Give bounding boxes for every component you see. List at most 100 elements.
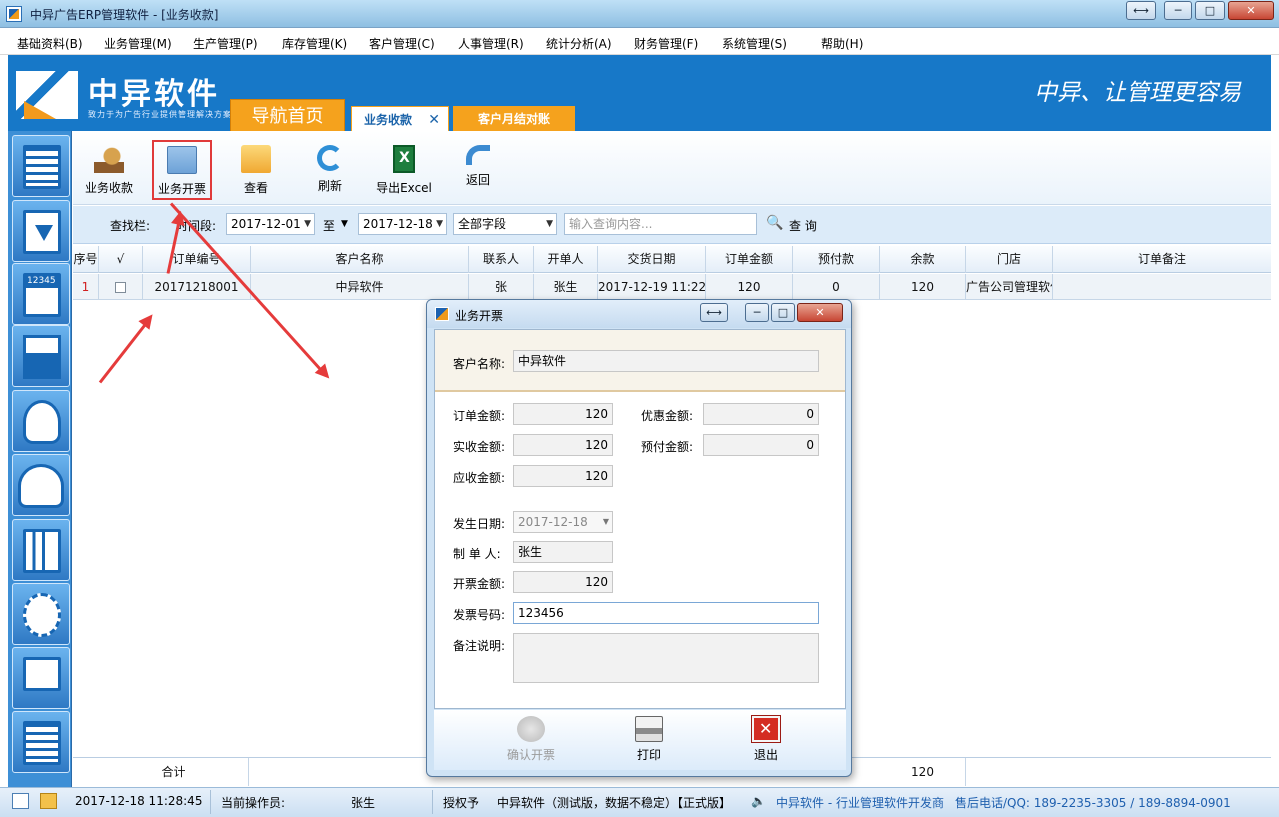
received-field[interactable]: 120	[513, 434, 613, 456]
nav-calculator-icon[interactable]	[12, 263, 70, 325]
menu-statistics[interactable]: 统计分析(A)	[546, 35, 612, 52]
prepaid-label: 预付金额:	[641, 440, 694, 454]
dialog-restore-icon[interactable]: ⟷	[700, 303, 728, 322]
date-picker[interactable]: 2017-12-18	[513, 511, 613, 533]
menu-basic-data[interactable]: 基础资料(B)	[17, 35, 83, 52]
refresh-icon	[317, 145, 343, 171]
back-button[interactable]: 返回	[445, 141, 511, 201]
tab-customer-monthly[interactable]: 客户月结对账	[453, 106, 575, 132]
dialog-maximize-button[interactable]: □	[771, 303, 795, 322]
invoice-amount-field[interactable]: 120	[513, 571, 613, 593]
menu-help[interactable]: 帮助(H)	[821, 35, 863, 52]
prepaid-field[interactable]: 0	[703, 434, 819, 456]
dialog-close-button[interactable]: ✕	[797, 303, 843, 322]
menu-system[interactable]: 系统管理(S)	[722, 35, 787, 52]
field-select[interactable]: 全部字段	[453, 213, 557, 235]
nav-warehouse-icon[interactable]	[12, 325, 70, 387]
invoice-amount-label: 开票金额:	[453, 577, 506, 591]
col-amount[interactable]: 订单金额	[706, 246, 793, 273]
menu-bar: 基础资料(B) 业务管理(M) 生产管理(P) 库存管理(K) 客户管理(C) …	[0, 29, 1279, 55]
menu-hr[interactable]: 人事管理(R)	[458, 35, 524, 52]
dialog-body: 客户名称: 中异软件 订单金额: 120 优惠金额: 0 实收金额: 120 预…	[434, 329, 846, 709]
customer-field[interactable]: 中异软件	[513, 350, 819, 372]
order-amount-label: 订单金额:	[453, 409, 506, 423]
restore-icon[interactable]: ⟷	[1126, 1, 1156, 20]
status-bar: 2017-12-18 11:28:45 当前操作员: 张生 授权予 中异软件（测…	[0, 787, 1279, 817]
maximize-button[interactable]: □	[1195, 1, 1225, 20]
nav-people-icon[interactable]	[12, 454, 70, 516]
exit-button[interactable]: 退出	[731, 714, 801, 768]
nav-gear-icon[interactable]	[12, 583, 70, 645]
date-from-picker[interactable]: 2017-12-01	[226, 213, 315, 235]
confirm-invoice-button[interactable]: 确认开票	[496, 714, 566, 768]
receivable-field[interactable]: 120	[513, 465, 613, 487]
nav-document-icon[interactable]	[12, 135, 70, 197]
dialog-title-bar: 业务开票 ⟷ ─ □ ✕	[427, 300, 851, 328]
status-nav-icon[interactable]	[12, 793, 29, 809]
nav-chart-icon[interactable]	[12, 519, 70, 581]
order-amount-field[interactable]: 120	[513, 403, 613, 425]
exit-icon	[751, 715, 781, 743]
col-balance[interactable]: 余款	[880, 246, 966, 273]
dialog-customer-section: 客户名称: 中异软件	[435, 330, 845, 392]
search-input[interactable]: 输入查询内容...	[564, 213, 757, 235]
money-hand-icon	[94, 145, 124, 173]
print-button[interactable]: 打印	[614, 714, 684, 768]
menu-inventory[interactable]: 库存管理(K)	[282, 35, 347, 52]
nav-monitor-icon[interactable]	[12, 647, 70, 709]
app-window: 中异广告ERP管理软件 - [业务收款] ⟷ ─ □ ✕ 基础资料(B) 业务管…	[0, 0, 1279, 817]
nav-person-icon[interactable]	[12, 390, 70, 452]
tab-close-icon[interactable]: ✕	[428, 107, 440, 133]
nav-download-icon[interactable]	[12, 200, 70, 262]
to-label: 至	[323, 219, 336, 233]
export-excel-button[interactable]: 导出Excel	[370, 141, 438, 201]
col-delivery[interactable]: 交货日期	[598, 246, 706, 273]
menu-production[interactable]: 生产管理(P)	[193, 35, 258, 52]
col-creator[interactable]: 开单人	[534, 246, 598, 273]
minimize-button[interactable]: ─	[1164, 1, 1192, 20]
menu-customer[interactable]: 客户管理(C)	[369, 35, 435, 52]
col-customer[interactable]: 客户名称	[251, 246, 469, 273]
table-header: 序号 √ 订单编号 客户名称 联系人 开单人 交货日期 订单金额 预付款 余款 …	[73, 246, 1271, 273]
printer-icon	[635, 716, 663, 742]
menu-finance[interactable]: 财务管理(F)	[634, 35, 698, 52]
col-order-id[interactable]: 订单编号	[143, 246, 251, 273]
row-checkbox[interactable]	[99, 274, 143, 300]
col-check[interactable]: √	[99, 246, 143, 273]
col-no[interactable]: 序号	[73, 246, 99, 273]
status-folder-icon[interactable]	[40, 793, 57, 809]
col-prepaid[interactable]: 预付款	[793, 246, 880, 273]
view-button[interactable]: 查看	[223, 141, 289, 201]
cell-contact: 张	[469, 274, 534, 300]
status-datetime: 2017-12-18 11:28:45	[75, 794, 203, 808]
dialog-minimize-button[interactable]: ─	[745, 303, 769, 322]
excel-icon	[393, 145, 415, 173]
toolbar: 业务收款 业务开票 查看 刷新 导出Excel 返回	[73, 131, 1271, 205]
col-contact[interactable]: 联系人	[469, 246, 534, 273]
search-button[interactable]: 查 询	[789, 217, 817, 234]
nav-list-icon[interactable]	[12, 711, 70, 773]
left-nav-bar	[8, 131, 72, 787]
remark-label: 备注说明:	[453, 639, 506, 653]
maker-field[interactable]: 张生	[513, 541, 613, 563]
col-remark[interactable]: 订单备注	[1053, 246, 1271, 273]
to-dropdown-icon[interactable]: ▼	[341, 219, 348, 229]
remark-textarea[interactable]	[513, 633, 819, 683]
date-to-picker[interactable]: 2017-12-18	[358, 213, 447, 235]
receipt-button[interactable]: 业务收款	[76, 141, 142, 201]
menu-business[interactable]: 业务管理(M)	[104, 35, 172, 52]
invoice-button[interactable]: 业务开票	[152, 140, 212, 200]
tab-home[interactable]: 导航首页	[230, 99, 345, 132]
cell-delivery: 2017-12-19 11:22	[598, 274, 706, 300]
filter-label: 查找栏:	[110, 219, 151, 233]
tab-business-receipt[interactable]: 业务收款 ✕	[351, 106, 449, 132]
brand-logo	[16, 71, 78, 119]
col-store[interactable]: 门店	[966, 246, 1053, 273]
search-icon[interactable]: 🔍	[766, 215, 783, 231]
refresh-button[interactable]: 刷新	[297, 141, 363, 201]
discount-field[interactable]: 0	[703, 403, 819, 425]
invoice-no-field[interactable]: 123456	[513, 602, 819, 624]
cell-remark	[1053, 274, 1271, 300]
status-phone: 售后电话/QQ: 189-2235-3305 / 189-8894-0901	[955, 796, 1231, 810]
close-button[interactable]: ✕	[1228, 1, 1274, 20]
